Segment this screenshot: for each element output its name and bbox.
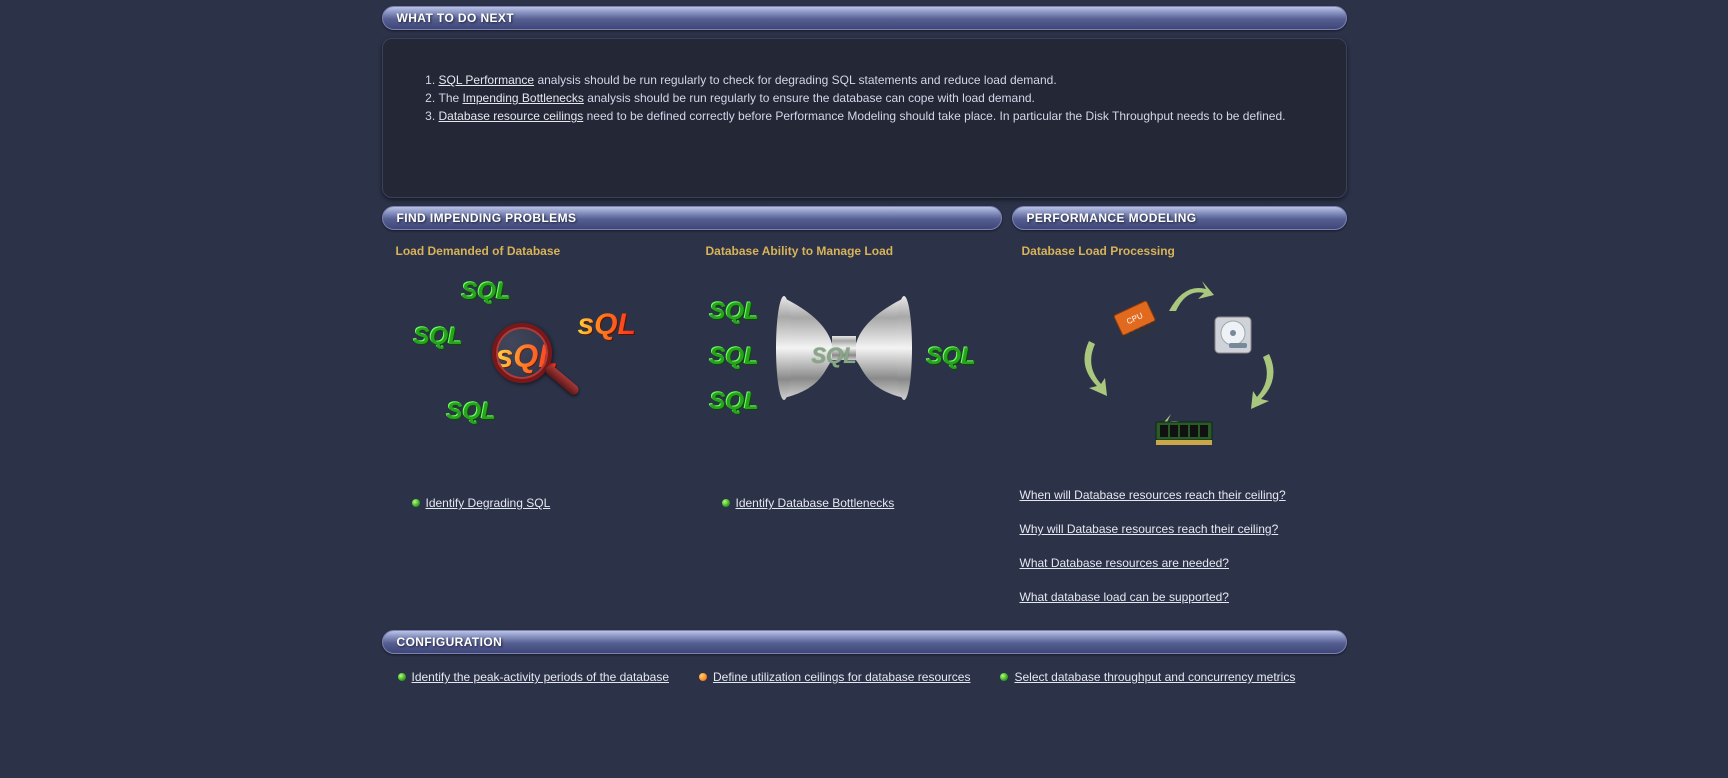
bullet-icon [412,499,420,507]
question-resources-needed-link[interactable]: What Database resources are needed? [1020,556,1339,570]
subsection-heading-load-demanded: Load Demanded of Database [392,238,682,268]
sql-glyph-icon: SQL [710,388,759,416]
sql-funnel-graphic: SQL SQL SQL [702,268,992,468]
section-title: FIND IMPENDING PROBLEMS [397,211,577,225]
identify-database-bottlenecks-link[interactable]: Identify Database Bottlenecks [736,496,895,510]
section-header-what-to-do-next: WHAT TO DO NEXT [382,6,1347,30]
question-why-ceiling-link[interactable]: Why will Database resources reach their … [1020,522,1339,536]
question-when-ceiling-link[interactable]: When will Database resources reach their… [1020,488,1339,502]
section-title: PERFORMANCE MODELING [1027,211,1197,225]
cycle-arrow-icon [1079,336,1121,396]
sql-glyph-icon: SQL [414,323,463,351]
cycle-arrow-icon [1164,281,1214,323]
what-to-do-next-panel: SQL Performance analysis should be run r… [382,38,1347,198]
bullet-icon [699,673,707,681]
identify-degrading-sql-link[interactable]: Identify Degrading SQL [426,496,551,510]
section-header-find-impending-problems: FIND IMPENDING PROBLEMS [382,206,1002,230]
bullet-icon [722,499,730,507]
subsection-heading-database-load-processing: Database Load Processing [1012,238,1347,268]
section-title: CONFIGURATION [397,635,503,649]
configuration-links-row: Identify the peak-activity periods of th… [382,662,1347,692]
sql-glyph-icon: SQL [710,343,759,371]
sql-glyph-icon: SQL [927,343,976,371]
next-step-text: analysis should be run regularly to ensu… [587,91,1035,105]
sql-highlight-icon: sQL [578,308,636,342]
sql-glyph-icon: SQL [710,298,759,326]
section-header-performance-modeling: PERFORMANCE MODELING [1012,206,1347,230]
sql-performance-link[interactable]: SQL Performance [439,73,535,87]
section-title: WHAT TO DO NEXT [397,11,515,25]
next-steps-list: SQL Performance analysis should be run r… [405,71,1324,125]
sql-glyph-icon: SQL [462,278,511,306]
next-step-text: analysis should be run regularly to chec… [537,73,1056,87]
resource-cycle-graphic: CPU [1012,268,1347,468]
next-step-text: The [439,91,463,105]
memory-ram-icon [1154,418,1214,448]
next-step-text: need to be defined correctly before Perf… [587,109,1286,123]
section-header-configuration: CONFIGURATION [382,630,1347,654]
sql-inside-funnel-icon: SQL [812,343,857,369]
sql-magnifier-graphic: SQL SQL sQL SQL sQL [392,268,682,468]
next-step-item: SQL Performance analysis should be run r… [439,71,1324,89]
define-utilization-ceilings-link[interactable]: Define utilization ceilings for database… [713,670,970,684]
impending-bottlenecks-link[interactable]: Impending Bottlenecks [463,91,584,105]
question-load-supported-link[interactable]: What database load can be supported? [1020,590,1339,604]
disk-drive-icon [1209,311,1257,359]
bullet-icon [1000,673,1008,681]
subsection-heading-database-ability: Database Ability to Manage Load [702,238,992,268]
next-step-item: The Impending Bottlenecks analysis shoul… [439,89,1324,107]
sql-glyph-icon: SQL [447,398,496,426]
next-step-item: Database resource ceilings need to be de… [439,107,1324,125]
cpu-chip-icon: CPU [1107,299,1163,339]
identify-peak-activity-link[interactable]: Identify the peak-activity periods of th… [412,670,670,684]
bullet-icon [398,673,406,681]
magnifier-icon [492,323,572,403]
database-resource-ceilings-link[interactable]: Database resource ceilings [439,109,584,123]
select-throughput-metrics-link[interactable]: Select database throughput and concurren… [1014,670,1295,684]
